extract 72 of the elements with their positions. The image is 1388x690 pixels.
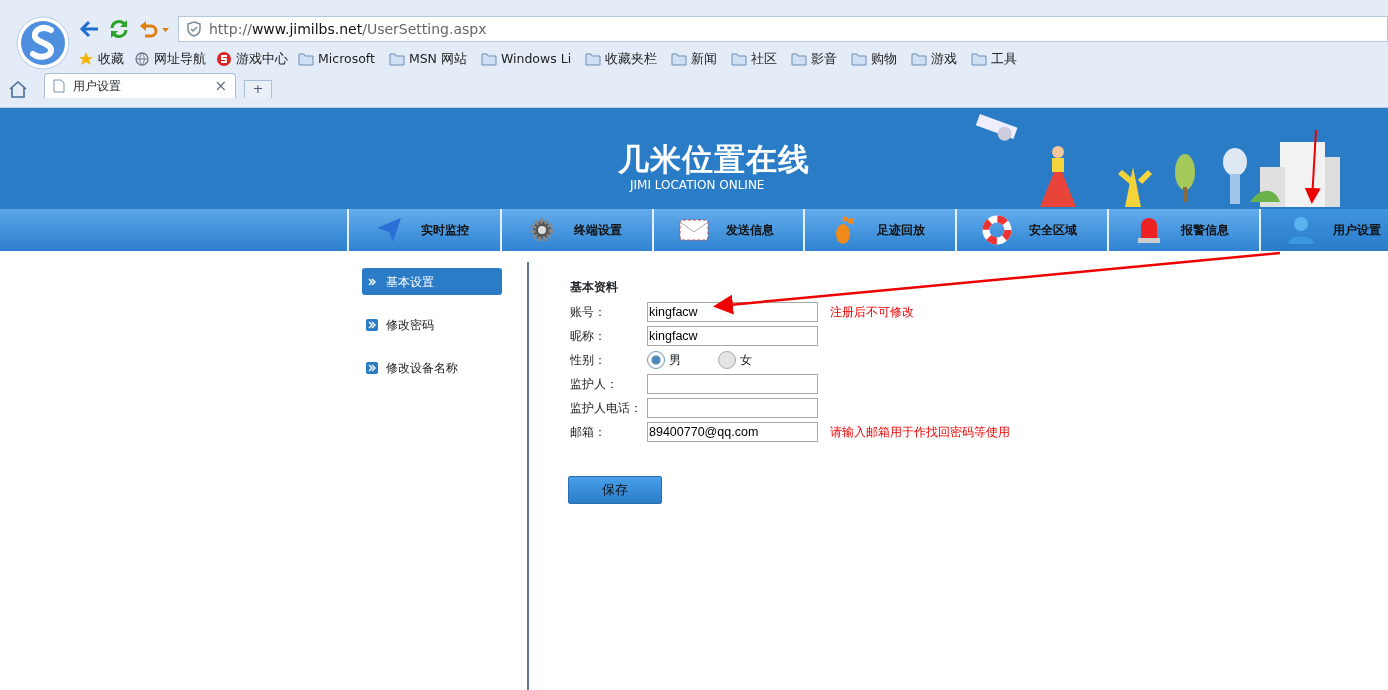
star-icon bbox=[78, 51, 94, 68]
input-field[interactable]: kingfacw bbox=[647, 326, 818, 346]
folder-icon bbox=[671, 51, 688, 68]
bookmark-link[interactable]: 收藏 bbox=[78, 50, 124, 69]
page-icon bbox=[53, 78, 65, 93]
globe-icon bbox=[134, 51, 150, 68]
hint-text: 请输入邮箱用于作找回密码等使用 bbox=[830, 424, 1010, 441]
radio-option[interactable]: 男 bbox=[647, 351, 718, 369]
input-field[interactable]: 89400770@qq.com bbox=[647, 422, 818, 442]
sidebar-item[interactable]: 修改密码 bbox=[362, 311, 502, 338]
address-field[interactable]: http://www.jimilbs.net/UserSetting.aspx bbox=[178, 16, 1388, 42]
folder-icon bbox=[791, 51, 808, 68]
logo-subtitle: JIMI LOCATION ONLINE bbox=[630, 179, 766, 191]
chevrons-icon bbox=[366, 361, 378, 374]
browser-logo[interactable] bbox=[16, 16, 70, 70]
bookmark-link[interactable]: 工具 bbox=[971, 50, 1018, 69]
input-field[interactable]: kingfacw bbox=[647, 302, 818, 322]
bookmark-link[interactable]: MSN 网站 bbox=[388, 50, 467, 69]
folder-icon bbox=[585, 51, 602, 68]
nav-tab[interactable]: 终端设置 bbox=[499, 209, 652, 251]
bookmark-link[interactable]: 网址导航 bbox=[134, 50, 206, 69]
folder-icon bbox=[731, 51, 748, 68]
nav-tab[interactable]: 足迹回放 bbox=[803, 209, 956, 251]
folder-icon bbox=[911, 51, 928, 68]
folder-icon bbox=[851, 51, 868, 68]
back-icon[interactable] bbox=[78, 19, 100, 39]
url-text: http://www.jimilbs.net/UserSetting.aspx bbox=[209, 19, 487, 39]
section-heading: 基本资料 bbox=[570, 279, 619, 296]
bookmark-link[interactable]: 游戏中心 bbox=[216, 50, 288, 69]
field-label: 监护人电话： bbox=[570, 400, 643, 417]
browser-tab[interactable]: 用户设置 × bbox=[44, 72, 236, 98]
bookmark-link[interactable]: 新闻 bbox=[671, 50, 718, 69]
nav-tab[interactable]: 实时监控 bbox=[346, 209, 500, 251]
folder-icon bbox=[480, 51, 497, 68]
lifebuoy-icon bbox=[981, 214, 1014, 246]
nav-tab[interactable]: 报警信息 bbox=[1107, 209, 1260, 251]
radio-option[interactable]: 女 bbox=[718, 351, 789, 369]
folder-icon bbox=[388, 51, 405, 68]
field-label: 性别： bbox=[570, 352, 607, 369]
input-field[interactable] bbox=[647, 398, 818, 418]
radio-button[interactable] bbox=[647, 351, 665, 369]
field-label: 昵称： bbox=[570, 328, 607, 345]
undo-icon[interactable] bbox=[138, 19, 170, 39]
save-button[interactable]: 保存 bbox=[568, 476, 662, 504]
bookmark-link[interactable]: 游戏 bbox=[911, 50, 958, 69]
bookmark-link[interactable]: Windows Li bbox=[480, 50, 572, 69]
field-label: 账号： bbox=[570, 304, 607, 321]
bookmark-link[interactable]: Microsoft bbox=[298, 50, 375, 69]
hint-text: 注册后不可修改 bbox=[830, 304, 914, 321]
input-field[interactable] bbox=[647, 374, 818, 394]
close-tab-button[interactable]: × bbox=[214, 74, 227, 97]
folder-icon bbox=[971, 51, 988, 68]
new-tab-button[interactable]: + bbox=[244, 79, 272, 98]
nav-tab[interactable]: 用户设置 bbox=[1259, 209, 1388, 251]
bookmark-link[interactable]: 收藏夹栏 bbox=[585, 50, 658, 69]
refresh-icon[interactable] bbox=[108, 18, 130, 40]
sidebar-item[interactable]: 修改设备名称 bbox=[362, 354, 502, 381]
field-label: 邮箱： bbox=[570, 424, 607, 441]
sidebar-item[interactable]: 基本设置 bbox=[362, 268, 502, 295]
bookmark-link[interactable]: 社区 bbox=[731, 50, 778, 69]
nav-tab[interactable]: 安全区域 bbox=[955, 209, 1108, 251]
nav-tab[interactable]: 发送信息 bbox=[651, 209, 804, 251]
game-icon bbox=[216, 51, 232, 68]
radio-button[interactable] bbox=[718, 351, 736, 369]
shield-icon bbox=[187, 21, 201, 37]
home-icon[interactable] bbox=[8, 79, 28, 98]
field-label: 监护人： bbox=[570, 376, 619, 393]
chevrons-icon bbox=[366, 318, 378, 331]
folder-icon bbox=[298, 51, 314, 68]
bookmark-link[interactable]: 影音 bbox=[791, 50, 838, 69]
logo-title: 几米位置在线 bbox=[618, 144, 810, 175]
bookmark-link[interactable]: 购物 bbox=[851, 50, 898, 69]
